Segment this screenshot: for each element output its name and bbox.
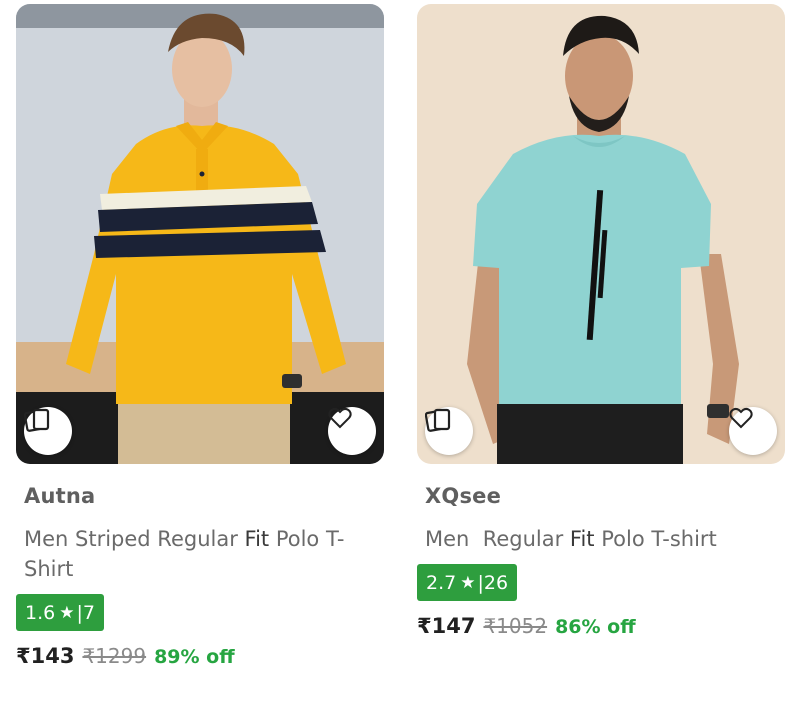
product-brand: XQsee bbox=[425, 484, 502, 508]
product-brand: Autna bbox=[24, 484, 96, 508]
rating-value: 1.6 bbox=[25, 601, 56, 624]
wishlist-button[interactable] bbox=[328, 407, 376, 455]
product-title-fit: Fit bbox=[244, 527, 270, 551]
product-title[interactable]: Men Regular Fit Polo T-shirt bbox=[425, 524, 777, 554]
rating-count: 26 bbox=[483, 571, 509, 594]
similar-products-button[interactable] bbox=[425, 407, 473, 455]
star-icon: ★ bbox=[59, 602, 75, 623]
rating-badge: 1.6 ★ | 7 bbox=[16, 594, 104, 631]
price-row: ₹147 ₹1052 86% off bbox=[417, 614, 636, 638]
product-title-part: Men Regular bbox=[425, 527, 570, 551]
selling-price: ₹143 bbox=[16, 644, 75, 668]
product-card[interactable]: XQsee Men Regular Fit Polo T-shirt 2.7 ★… bbox=[417, 4, 785, 638]
product-title-part: Polo T-shirt bbox=[594, 527, 717, 551]
heart-icon bbox=[328, 407, 352, 429]
rating-count: 7 bbox=[82, 601, 95, 624]
selling-price: ₹147 bbox=[417, 614, 476, 638]
product-card[interactable]: Autna Men Striped Regular Fit Polo T-Shi… bbox=[16, 4, 384, 668]
price-row: ₹143 ₹1299 89% off bbox=[16, 644, 235, 668]
product-title-fit: Fit bbox=[569, 527, 595, 551]
discount-label: 86% off bbox=[555, 616, 636, 638]
star-icon: ★ bbox=[460, 572, 476, 593]
rating-badge: 2.7 ★ | 26 bbox=[417, 564, 518, 601]
similar-products-icon bbox=[24, 408, 50, 432]
similar-products-button[interactable] bbox=[24, 407, 72, 455]
wishlist-button[interactable] bbox=[729, 407, 777, 455]
original-price: ₹1052 bbox=[483, 614, 548, 638]
original-price: ₹1299 bbox=[82, 644, 147, 668]
product-title-part: Men Striped Regular bbox=[24, 527, 245, 551]
discount-label: 89% off bbox=[154, 646, 235, 668]
rating-value: 2.7 bbox=[426, 571, 457, 594]
heart-icon bbox=[729, 407, 753, 429]
similar-products-icon bbox=[425, 408, 451, 432]
product-image[interactable] bbox=[417, 4, 785, 464]
product-title[interactable]: Men Striped Regular Fit Polo T-Shirt bbox=[24, 524, 376, 584]
product-grid: Autna Men Striped Regular Fit Polo T-Shi… bbox=[0, 0, 800, 704]
product-image[interactable] bbox=[16, 4, 384, 464]
